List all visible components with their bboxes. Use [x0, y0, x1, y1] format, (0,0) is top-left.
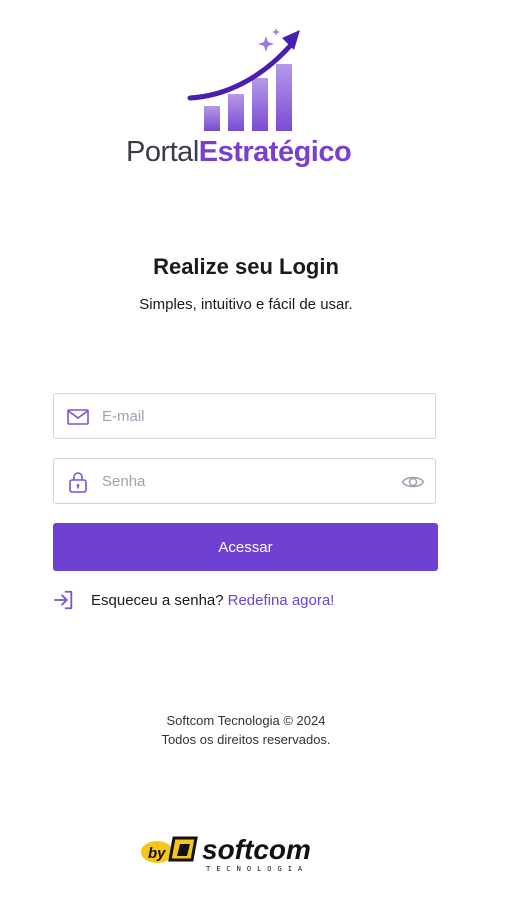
login-button[interactable]: Acessar — [53, 523, 438, 571]
footer: Softcom Tecnologia © 2024 Todos os direi… — [0, 711, 492, 749]
eye-icon[interactable] — [401, 470, 425, 494]
password-input[interactable] — [102, 459, 392, 503]
logo-text-portal: Portal — [126, 136, 199, 168]
footer-rights: Todos os direitos reservados. — [161, 732, 331, 747]
brand-name: softcom — [202, 834, 311, 865]
login-arrow-icon — [53, 590, 73, 610]
lock-icon — [69, 472, 87, 493]
logo-text-estrategico: Estratégico — [198, 136, 352, 168]
password-field[interactable] — [53, 458, 436, 504]
page-subtitle: Simples, intuitivo e fácil de usar. — [139, 296, 353, 313]
reset-password-link[interactable]: Redefina agora! — [228, 592, 335, 609]
growth-chart-icon — [187, 28, 300, 131]
logo-wordmark: PortalEstratégico — [126, 136, 352, 169]
softcom-logo: by softcom TECNOLOGIA — [141, 834, 311, 873]
forgot-password-text: Esqueceu a senha? — [91, 591, 224, 609]
mail-icon — [67, 409, 89, 425]
page-title: Realize seu Login — [153, 254, 339, 279]
footer-copyright: Softcom Tecnologia © 2024 — [166, 713, 326, 728]
forgot-password-row: Esqueceu a senha? Redefina agora! — [53, 588, 334, 612]
email-field[interactable] — [53, 393, 436, 439]
brand-tagline: TECNOLOGIA — [206, 865, 308, 873]
brand-by: by — [148, 845, 166, 862]
portal-logo: PortalEstratégico — [126, 26, 366, 176]
email-input[interactable] — [102, 394, 392, 438]
